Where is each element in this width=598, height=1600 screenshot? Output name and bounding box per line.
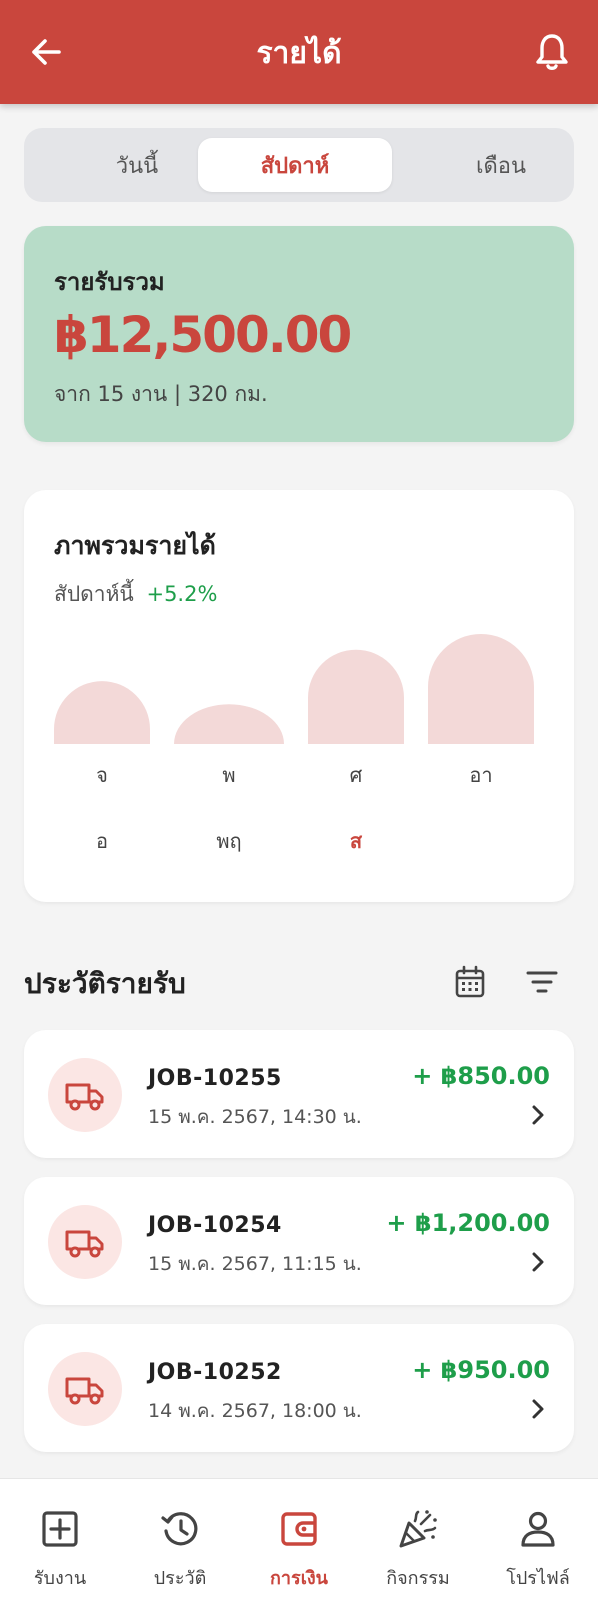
- income-history-title: ประวัติรายรับ: [24, 967, 186, 1000]
- chart-bar-พ: [174, 704, 284, 744]
- party-icon: [399, 1510, 437, 1548]
- transaction-icon-wrap: [48, 1058, 122, 1132]
- chart-bar-ศ: [308, 649, 404, 744]
- total-income-label: รายรับรวม: [54, 268, 165, 296]
- nav-label: รับงาน: [33, 1568, 87, 1589]
- transaction-date: 15 พ.ค. 2567, 14:30 น.: [148, 1106, 362, 1128]
- chart-x-label: ศ: [350, 763, 363, 787]
- nav-label: ประวัติ: [153, 1568, 207, 1589]
- total-income-subtitle: จาก 15 งาน | 320 กม.: [54, 382, 268, 406]
- period-tabs: วันนี้ สัปดาห์ เดือน: [24, 128, 574, 202]
- tab-week[interactable]: สัปดาห์: [198, 138, 392, 192]
- transaction-amount: + ฿950.00: [412, 1356, 550, 1384]
- notification-button[interactable]: [532, 30, 572, 74]
- filter-button[interactable]: [520, 960, 564, 1004]
- plus-square-icon: [42, 1511, 78, 1547]
- chart-x-label: อ: [96, 829, 108, 853]
- calendar-button[interactable]: [448, 960, 492, 1004]
- nav-label: กิจกรรม: [386, 1568, 450, 1589]
- nav-item-finance[interactable]: การเงิน: [239, 1479, 359, 1600]
- chart-bar-จ: [54, 681, 150, 744]
- transaction-row[interactable]: JOB-10255 15 พ.ค. 2567, 14:30 น. + ฿850.…: [24, 1030, 574, 1158]
- nav-item-activities[interactable]: กิจกรรม: [358, 1479, 478, 1600]
- transaction-amount: + ฿1,200.00: [386, 1209, 550, 1237]
- income-chart: จ พ ศ อาอ พฤ ส: [54, 634, 534, 853]
- total-income-amount: ฿12,500.00: [54, 306, 352, 364]
- chart-x-label: ส: [350, 829, 363, 853]
- transaction-job-id: JOB-10255: [148, 1066, 282, 1091]
- wallet-icon: [281, 1512, 317, 1546]
- transaction-row[interactable]: JOB-10254 15 พ.ค. 2567, 11:15 น. + ฿1,20…: [24, 1177, 574, 1305]
- transaction-job-id: JOB-10252: [148, 1360, 282, 1385]
- person-icon: [521, 1511, 555, 1547]
- nav-label: การเงิน: [270, 1568, 328, 1589]
- transaction-job-id: JOB-10254: [148, 1213, 282, 1238]
- nav-item-history[interactable]: ประวัติ: [120, 1479, 240, 1600]
- bottom-nav: รับงาน ประวัติ การเงิน กิจกรรม โปรไฟล์: [0, 1478, 598, 1600]
- chart-x-label: พ: [222, 763, 235, 787]
- transaction-icon-wrap: [48, 1205, 122, 1279]
- chart-x-label: จ: [96, 763, 108, 787]
- page-title: รายได้: [256, 36, 342, 71]
- transaction-date: 14 พ.ค. 2567, 18:00 น.: [148, 1400, 362, 1422]
- chart-x-label: พฤ: [216, 829, 241, 853]
- truck-icon: [65, 1377, 104, 1405]
- app-header: รายได้: [0, 0, 598, 104]
- app: รายได้ วันนี้ สัปดาห์ เดือน รายรับรวม ฿1…: [0, 0, 598, 1600]
- calendar-icon: [455, 965, 485, 998]
- nav-item-accept-job[interactable]: รับงาน: [0, 1479, 120, 1600]
- transaction-row[interactable]: JOB-10252 14 พ.ค. 2567, 18:00 น. + ฿950.…: [24, 1324, 574, 1452]
- income-overview-card: ภาพรวมรายได้ สัปดาห์นี้ +5.2% จพศอาอพฤส: [24, 490, 574, 902]
- chevron-right-icon: [526, 1247, 550, 1277]
- truck-icon: [65, 1230, 104, 1258]
- total-income-card: รายรับรวม ฿12,500.00 จาก 15 งาน | 320 กม…: [24, 226, 574, 442]
- chart-x-label: อา: [469, 763, 492, 787]
- bell-icon: [536, 34, 568, 70]
- chevron-right-icon: [526, 1100, 550, 1130]
- transaction-amount: + ฿850.00: [412, 1062, 550, 1090]
- chart-bar-อา: [428, 634, 534, 744]
- nav-item-profile[interactable]: โปรไฟล์: [478, 1479, 598, 1600]
- chevron-right-icon: [526, 1394, 550, 1424]
- tab-month[interactable]: เดือน: [404, 138, 598, 192]
- nav-label: โปรไฟล์: [506, 1568, 570, 1589]
- transaction-icon-wrap: [48, 1352, 122, 1426]
- history-icon: [161, 1512, 198, 1546]
- truck-icon: [65, 1083, 104, 1111]
- transaction-date: 15 พ.ค. 2567, 11:15 น.: [148, 1253, 362, 1275]
- filter-icon: [526, 971, 558, 993]
